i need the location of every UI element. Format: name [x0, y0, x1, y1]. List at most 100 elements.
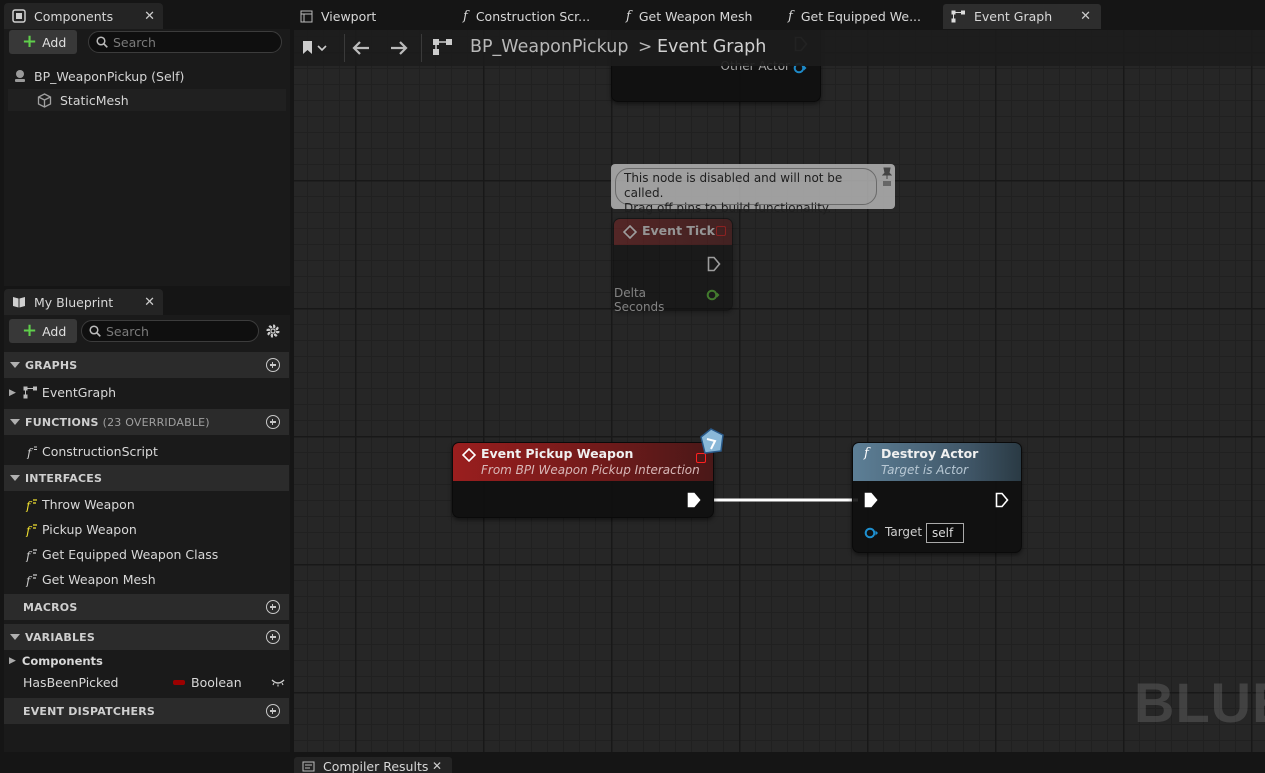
svg-text:f: f — [25, 499, 33, 512]
section-event-dispatchers[interactable]: EVENT DISPATCHERS — [4, 698, 289, 724]
components-add-button[interactable]: + Add — [9, 30, 77, 54]
interface-item-get-weapon-mesh[interactable]: f Get Weapon Mesh — [4, 567, 289, 592]
event-pickup-title: Event Pickup Weapon — [481, 446, 634, 461]
section-macros[interactable]: MACROS — [4, 594, 289, 620]
tab-components-label: Components — [34, 8, 114, 24]
graph-item-eventgraph[interactable]: ▶ EventGraph — [4, 380, 289, 405]
target-value-field[interactable]: self — [926, 523, 964, 543]
interface-item-label: Get Equipped Weapon Class — [42, 547, 219, 562]
plus-icon: + — [22, 31, 38, 52]
tab-components[interactable]: Components ✕ — [4, 3, 163, 29]
interface-item-get-equipped-weapon-class[interactable]: f Get Equipped Weapon Class — [4, 542, 289, 567]
add-dispatcher-plus-icon[interactable] — [266, 704, 280, 718]
tab-compiler-results[interactable]: Compiler Results ✕ — [294, 757, 452, 773]
expand-arrow-icon: ▶ — [9, 387, 16, 398]
search-icon — [89, 325, 101, 337]
destroy-actor-title: Destroy Actor — [881, 446, 979, 461]
expand-arrow-icon: ▶ — [9, 656, 16, 666]
graph-canvas[interactable]: BLUE Other Actor This node is disabled a… — [294, 30, 1265, 752]
add-graph-plus-icon[interactable] — [266, 358, 280, 372]
breadcrumb-separator: > — [638, 37, 653, 57]
bookmark-dropdown-icon[interactable] — [302, 40, 328, 56]
boolean-type-pill-icon — [173, 680, 185, 685]
event-graph-icon — [433, 39, 452, 55]
function-item-constructionscript[interactable]: f ConstructionScript — [4, 439, 289, 464]
tab-get-weapon-mesh[interactable]: f Get Weapon Mesh — [626, 4, 752, 29]
object-pin-icon[interactable] — [864, 527, 880, 539]
graph-item-label: EventGraph — [41, 385, 117, 400]
close-icon[interactable]: ✕ — [144, 295, 155, 310]
variable-category-label: Components — [21, 654, 103, 668]
exec-out-pin-icon[interactable] — [995, 492, 1009, 508]
interface-item-throw-weapon[interactable]: f Throw Weapon — [4, 492, 289, 517]
exec-in-pin-icon[interactable] — [864, 492, 878, 508]
book-icon — [13, 297, 25, 308]
compiler-results-icon — [302, 761, 315, 772]
add-variable-plus-icon[interactable] — [266, 630, 280, 644]
interface-event-icon: f — [25, 524, 37, 537]
breadcrumb-graph[interactable]: Event Graph — [657, 37, 766, 57]
event-pickup-weapon-node[interactable]: Event Pickup Weapon From BPI Weapon Pick… — [452, 428, 724, 518]
tab-viewport[interactable]: Viewport — [300, 4, 376, 29]
event-graph-icon — [951, 10, 965, 23]
back-arrow-icon[interactable] — [351, 40, 371, 56]
forward-arrow-icon[interactable] — [389, 40, 409, 56]
toolbar-divider — [421, 34, 422, 62]
event-pickup-header: Event Pickup Weapon From BPI Weapon Pick… — [453, 443, 713, 481]
interface-item-label: Pickup Weapon — [42, 522, 137, 537]
my-blueprint-add-button[interactable]: + Add — [9, 319, 77, 343]
section-interfaces[interactable]: INTERFACES — [4, 465, 289, 491]
interface-item-label: Get Weapon Mesh — [42, 572, 156, 587]
section-event-dispatchers-label: EVENT DISPATCHERS — [23, 704, 156, 718]
add-label: Add — [42, 34, 67, 50]
function-item-label: ConstructionScript — [42, 444, 158, 459]
add-function-plus-icon[interactable] — [266, 415, 280, 429]
tab-get-equipped-label: Get Equipped We... — [800, 9, 921, 24]
variable-item-hasbeenpicked[interactable]: HasBeenPicked Boolean — [4, 670, 289, 695]
section-functions[interactable]: FUNCTIONS (23 OVERRIDABLE) — [4, 409, 289, 435]
interface-function-icon: f — [25, 574, 37, 587]
target-pin-label: Target — [885, 525, 923, 539]
exec-wire — [713, 498, 858, 502]
component-static-mesh-item[interactable]: StaticMesh — [8, 89, 286, 111]
add-macro-plus-icon[interactable] — [266, 600, 280, 614]
search-placeholder: Search — [113, 34, 156, 50]
section-variables[interactable]: VARIABLES — [4, 624, 289, 650]
destroy-actor-node[interactable]: f Destroy Actor Target is Actor Target s… — [852, 442, 1022, 553]
close-icon[interactable]: ✕ — [432, 759, 442, 773]
section-macros-label: MACROS — [23, 600, 78, 614]
actor-icon — [15, 70, 25, 82]
tab-viewport-label: Viewport — [321, 9, 377, 24]
my-blueprint-search-input[interactable]: Search — [81, 320, 259, 342]
components-search-input[interactable]: Search — [88, 31, 282, 53]
tab-get-equipped-weapon[interactable]: f Get Equipped We... — [788, 4, 921, 29]
event-pickup-subtitle: From BPI Weapon Pickup Interaction — [481, 463, 700, 477]
add-label: Add — [42, 323, 67, 339]
breadcrumb-blueprint[interactable]: BP_WeaponPickup — [470, 37, 628, 57]
svg-text:f: f — [25, 549, 33, 562]
exec-out-pin-icon[interactable] — [687, 492, 701, 508]
function-icon: f — [788, 9, 793, 24]
eye-closed-icon[interactable] — [271, 677, 285, 687]
section-variables-label: VARIABLES — [25, 630, 95, 644]
collapse-arrow-icon — [10, 634, 20, 640]
tab-my-blueprint[interactable]: My Blueprint ✕ — [4, 289, 163, 315]
component-static-mesh-label: StaticMesh — [60, 92, 129, 108]
tab-construction-label: Construction Scr... — [475, 9, 591, 24]
tab-construction-script[interactable]: f Construction Scr... — [463, 4, 590, 29]
tab-my-blueprint-label: My Blueprint — [34, 294, 114, 310]
component-root-item[interactable]: BP_WeaponPickup (Self) — [4, 65, 290, 87]
function-override-icon: f — [26, 446, 37, 459]
interface-item-pickup-weapon[interactable]: f Pickup Weapon — [4, 517, 289, 542]
close-icon[interactable]: ✕ — [1080, 9, 1091, 24]
event-diamond-icon — [462, 448, 476, 462]
interface-event-icon: f — [25, 499, 37, 512]
close-icon[interactable]: ✕ — [144, 9, 155, 24]
section-graphs[interactable]: GRAPHS — [4, 352, 289, 378]
tab-event-graph[interactable]: Event Graph ✕ — [943, 4, 1101, 29]
section-functions-label: FUNCTIONS — [25, 415, 99, 429]
interface-function-icon: f — [25, 549, 37, 562]
collapse-arrow-icon — [10, 362, 20, 368]
event-graph-icon — [23, 386, 37, 399]
settings-gear-icon[interactable] — [265, 323, 281, 339]
